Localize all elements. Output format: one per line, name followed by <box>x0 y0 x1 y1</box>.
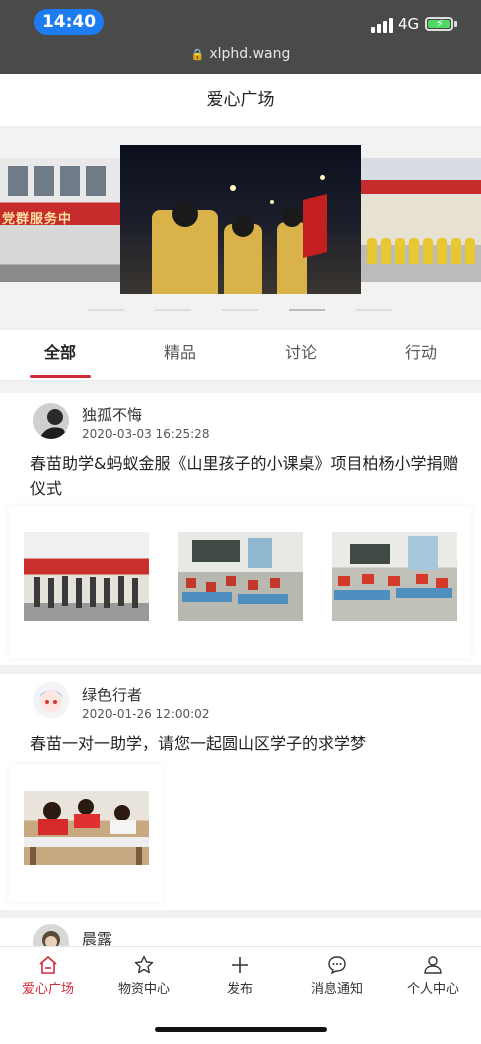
carousel-dot[interactable] <box>88 309 124 311</box>
nav-item-messages[interactable]: 消息通知 <box>289 947 385 997</box>
page-title: 爱心广场 <box>0 74 481 126</box>
star-icon <box>134 955 154 974</box>
nav-item-love-square[interactable]: 爱心广场 <box>0 947 96 997</box>
status-bar: 14:40 4G ⚡ 🔒 xlphd.wang <box>0 0 481 74</box>
avatar[interactable] <box>33 682 69 718</box>
carousel-dot[interactable] <box>356 309 392 311</box>
nav-item-supplies[interactable]: 物资中心 <box>96 947 192 997</box>
post-date: 2020-01-26 12:00:02 <box>82 707 210 721</box>
nav-item-publish[interactable]: 发布 <box>192 947 288 997</box>
banner-carousel[interactable]: 党群服务中 <box>0 126 481 330</box>
carousel-dot[interactable] <box>222 309 258 311</box>
carousel-dot[interactable] <box>155 309 191 311</box>
category-tabs: 全部 精品 讨论 行动 <box>0 330 481 381</box>
post-image[interactable] <box>24 532 149 621</box>
home-indicator[interactable] <box>155 1027 327 1032</box>
nav-label: 物资中心 <box>117 982 170 997</box>
nav-item-profile[interactable]: 个人中心 <box>385 947 481 997</box>
active-tab-indicator <box>30 375 91 378</box>
banner-sign-text: 党群服务中 <box>2 212 73 227</box>
status-time: 14:40 <box>34 9 104 35</box>
nav-label: 个人中心 <box>406 982 459 997</box>
post-title[interactable]: 春苗助学&蚂蚁金服《山里孩子的小课桌》项目柏杨小学捐赠仪式 <box>30 451 460 501</box>
banner-slide-current[interactable] <box>120 145 361 294</box>
post-image-grid <box>9 764 163 902</box>
tab-discussion[interactable]: 讨论 <box>253 330 349 380</box>
url-text: xlphd.wang <box>209 46 291 62</box>
author-name[interactable]: 绿色行者 <box>82 684 142 705</box>
banner-slide-next[interactable] <box>361 158 481 282</box>
signal-icon <box>371 17 395 33</box>
carousel-indicators <box>0 309 481 312</box>
nav-label: 发布 <box>226 982 253 997</box>
post-card[interactable]: 独孤不悔 2020-03-03 16:25:28 春苗助学&蚂蚁金服《山里孩子的… <box>0 393 481 665</box>
post-title[interactable]: 春苗一对一助学，请您一起圆山区学子的求学梦 <box>30 731 460 756</box>
battery-nub <box>454 21 457 27</box>
tab-all[interactable]: 全部 <box>12 330 108 380</box>
post-date: 2020-03-03 16:25:28 <box>82 427 210 441</box>
post-image-grid <box>9 506 471 658</box>
carousel-dot-active[interactable] <box>289 309 325 311</box>
user-icon <box>424 956 442 974</box>
tab-featured[interactable]: 精品 <box>132 330 228 380</box>
url-bar[interactable]: 🔒 xlphd.wang <box>0 46 481 62</box>
battery-icon: ⚡ <box>425 17 453 31</box>
banner-slide-prev[interactable]: 党群服务中 <box>0 158 121 282</box>
home-icon <box>39 955 57 974</box>
nav-label: 爱心广场 <box>21 982 74 997</box>
lock-icon: 🔒 <box>190 48 205 61</box>
chat-bubble-icon <box>328 956 346 975</box>
post-image[interactable] <box>332 532 457 621</box>
author-name[interactable]: 独孤不悔 <box>82 404 142 425</box>
post-image[interactable] <box>24 791 149 865</box>
plus-icon <box>232 957 248 973</box>
post-card[interactable]: 绿色行者 2020-01-26 12:00:02 春苗一对一助学，请您一起圆山区… <box>0 674 481 910</box>
avatar[interactable] <box>33 403 69 439</box>
post-image[interactable] <box>178 532 303 621</box>
tab-action[interactable]: 行动 <box>373 330 469 380</box>
network-label: 4G <box>398 15 420 33</box>
nav-label: 消息通知 <box>310 982 363 997</box>
